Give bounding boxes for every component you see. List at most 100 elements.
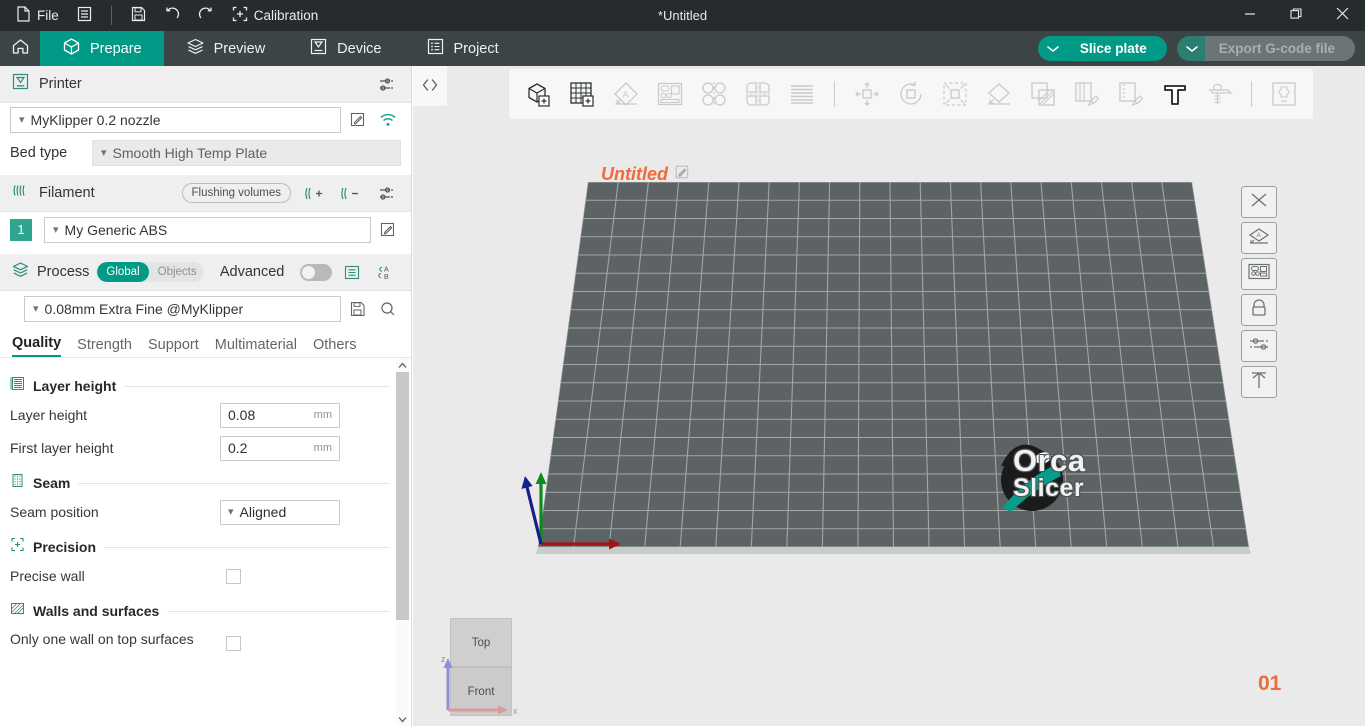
- group-layer-height: Layer height: [10, 376, 389, 396]
- redo-button[interactable]: [190, 3, 222, 29]
- toolbar-divider: [1251, 81, 1252, 107]
- precise-wall-field: [220, 564, 340, 589]
- minimize-button[interactable]: [1227, 0, 1273, 31]
- view-cube[interactable]: Top Front z x: [450, 618, 512, 716]
- printer-edit-button[interactable]: [345, 107, 371, 133]
- measure-button[interactable]: [1200, 75, 1238, 113]
- edit-icon[interactable]: [675, 164, 690, 185]
- export-gcode-label[interactable]: Export G-code file: [1205, 36, 1355, 61]
- process-section-header: Process Global Objects Advanced AB: [0, 254, 411, 291]
- scrollbar-track[interactable]: [396, 372, 409, 712]
- layers-editing-button[interactable]: [783, 75, 821, 113]
- undo-button[interactable]: [156, 3, 188, 29]
- process-search-button[interactable]: [375, 296, 401, 322]
- parameter-list-button[interactable]: [340, 259, 366, 285]
- menu-calibration[interactable]: Calibration: [224, 3, 327, 29]
- export-gcode-button[interactable]: Export G-code file: [1177, 36, 1355, 61]
- auto-orient-plate-button[interactable]: A: [1241, 222, 1277, 254]
- split-objects-button[interactable]: [695, 75, 733, 113]
- compare-preset-button[interactable]: AB: [373, 259, 399, 285]
- printer-preset-select[interactable]: ▾ MyKlipper 0.2 nozzle: [10, 107, 341, 133]
- group-divider: [78, 483, 389, 484]
- tab-preview[interactable]: Preview: [164, 31, 288, 66]
- tab-strength[interactable]: Strength: [77, 337, 132, 357]
- seam-painting-button[interactable]: [1112, 75, 1150, 113]
- advanced-toggle[interactable]: [300, 264, 331, 281]
- close-button[interactable]: [1319, 0, 1365, 31]
- process-scope-toggle[interactable]: Global Objects: [97, 262, 203, 282]
- color-painting-button[interactable]: [1068, 75, 1106, 113]
- tab-prepare[interactable]: Prepare: [40, 31, 164, 66]
- layer-height-input[interactable]: 0.08 mm: [220, 403, 340, 428]
- process-preset-select[interactable]: ▾ 0.08mm Extra Fine @MyKlipper: [24, 296, 341, 322]
- filament-settings-button[interactable]: [373, 180, 399, 206]
- filament-preset-select[interactable]: ▾ My Generic ABS: [44, 217, 371, 243]
- place-on-face-button[interactable]: [980, 75, 1018, 113]
- filament-edit-button[interactable]: [375, 217, 401, 243]
- auto-orient-button[interactable]: A: [607, 75, 645, 113]
- process-preset-row: ▾ 0.08mm Extra Fine @MyKlipper: [0, 291, 411, 327]
- filament-index-badge[interactable]: 1: [10, 219, 32, 241]
- support-painting-button[interactable]: [1024, 75, 1062, 113]
- printer-wifi-button[interactable]: [375, 107, 401, 133]
- flushing-volumes-button[interactable]: Flushing volumes: [182, 183, 291, 203]
- option-only-one-wall-top: Only one wall on top surfaces: [10, 625, 389, 656]
- maximize-button[interactable]: [1273, 0, 1319, 31]
- add-plate-button[interactable]: [563, 75, 601, 113]
- only-one-wall-checkbox[interactable]: [226, 636, 241, 651]
- scrollbar-thumb[interactable]: [396, 372, 409, 620]
- tab-support[interactable]: Support: [148, 337, 199, 357]
- export-dropdown-arrow[interactable]: [1177, 36, 1207, 61]
- settings-scrollbar[interactable]: [396, 358, 409, 726]
- assembly-view-button[interactable]: [1265, 75, 1303, 113]
- slice-plate-button[interactable]: Slice plate: [1038, 36, 1167, 61]
- printer-settings-button[interactable]: [373, 71, 399, 97]
- first-layer-height-input[interactable]: 0.2 mm: [220, 436, 340, 461]
- scale-button[interactable]: [936, 75, 974, 113]
- scroll-up-button[interactable]: [398, 358, 407, 372]
- scope-objects-option[interactable]: Objects: [149, 262, 204, 282]
- delete-plate-button[interactable]: [1241, 186, 1277, 218]
- option-first-layer-height: First layer height 0.2 mm: [10, 433, 389, 463]
- tab-project[interactable]: Project: [404, 31, 521, 66]
- slice-plate-label[interactable]: Slice plate: [1066, 36, 1167, 61]
- menu-bar: File: [0, 0, 326, 31]
- arrange-button[interactable]: [651, 75, 689, 113]
- seam-position-select[interactable]: ▾ Aligned: [220, 500, 340, 525]
- move-button[interactable]: [848, 75, 886, 113]
- menu-file[interactable]: File: [8, 3, 67, 29]
- save-button[interactable]: [123, 3, 154, 29]
- home-button[interactable]: [0, 31, 40, 66]
- scope-global-option[interactable]: Global: [97, 262, 148, 282]
- printer-preset-value: MyKlipper 0.2 nozzle: [31, 112, 161, 128]
- main-navigation: Prepare Preview Device Project: [0, 31, 1365, 66]
- tab-device[interactable]: Device: [287, 31, 403, 66]
- remove-filament-button[interactable]: [337, 180, 363, 206]
- 3d-viewport[interactable]: Untitled Orca Slicer 01: [413, 66, 1365, 726]
- arrange-plate-button[interactable]: [1241, 258, 1277, 290]
- add-filament-button[interactable]: [301, 180, 327, 206]
- collapse-sidebar-button[interactable]: [413, 66, 447, 106]
- split-parts-button[interactable]: [739, 75, 777, 113]
- scroll-down-button[interactable]: [398, 712, 407, 726]
- tab-quality[interactable]: Quality: [12, 335, 61, 357]
- plate-settings-button[interactable]: [1241, 330, 1277, 362]
- menu-list-button[interactable]: [69, 3, 100, 29]
- advanced-label: Advanced: [220, 264, 285, 280]
- plate-name-label[interactable]: Untitled: [601, 164, 690, 185]
- lock-plate-button[interactable]: [1241, 294, 1277, 326]
- rotate-button[interactable]: [892, 75, 930, 113]
- move-plate-up-button[interactable]: [1241, 366, 1277, 398]
- text-shape-button[interactable]: [1156, 75, 1194, 113]
- window-controls: [1227, 0, 1365, 31]
- file-icon: [16, 6, 31, 25]
- slice-dropdown-arrow[interactable]: [1038, 36, 1068, 61]
- process-save-button[interactable]: [345, 296, 371, 322]
- add-object-button[interactable]: [519, 75, 557, 113]
- tab-others[interactable]: Others: [313, 337, 357, 357]
- filament-preset-value: My Generic ABS: [65, 222, 168, 238]
- precise-wall-checkbox[interactable]: [226, 569, 241, 584]
- bed-type-select[interactable]: ▾ Smooth High Temp Plate: [92, 140, 401, 166]
- tab-multimaterial[interactable]: Multimaterial: [215, 337, 297, 357]
- group-divider: [124, 386, 389, 387]
